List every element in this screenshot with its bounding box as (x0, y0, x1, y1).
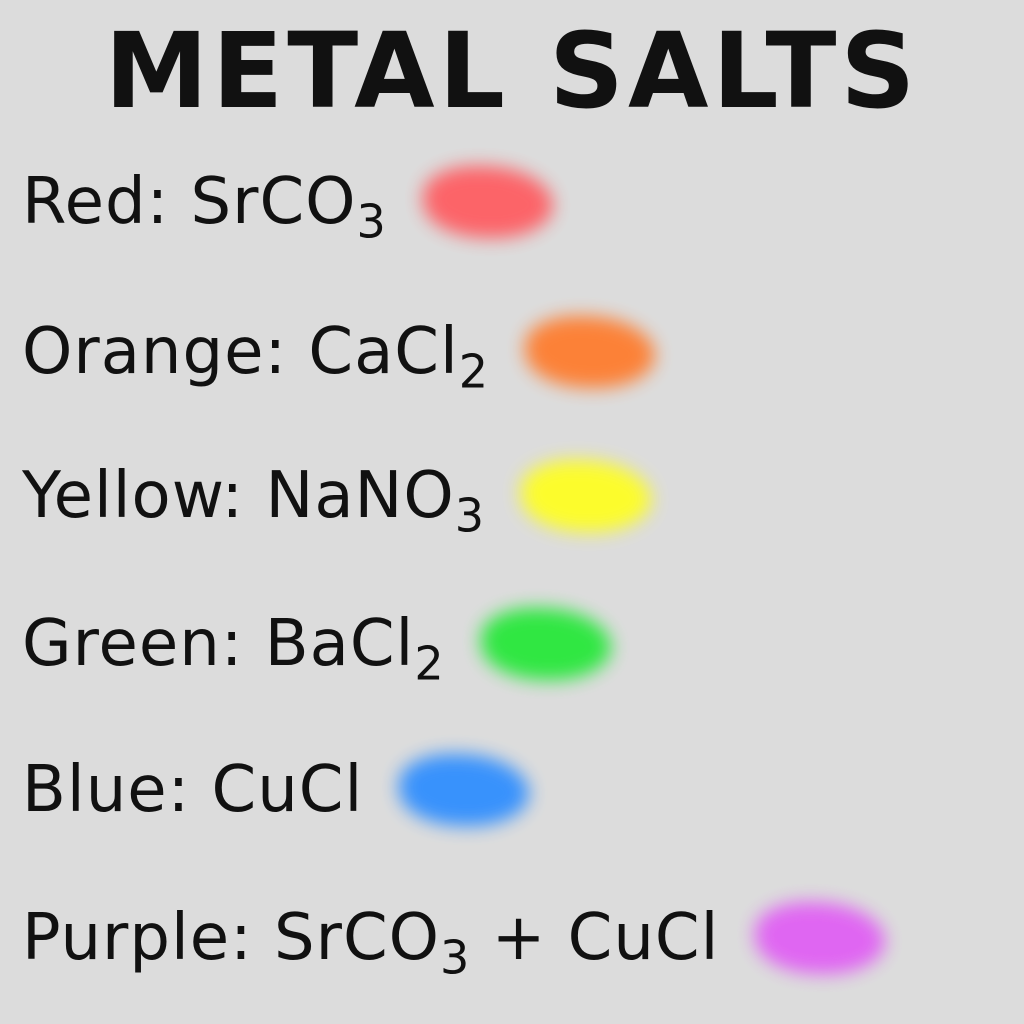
salt-label-red: Red: SrCO3 (22, 165, 387, 249)
color-name: Yellow (22, 459, 222, 533)
salt-label-orange: Orange: CaCl2 (22, 315, 490, 399)
color-name: Orange (22, 315, 265, 389)
salt-row-yellow: Yellow: NaNO3 (22, 446, 652, 546)
formula: CaCl (308, 315, 459, 389)
color-swatch-orange (525, 316, 656, 388)
color-swatch-green (480, 608, 611, 680)
formula-subscript: 2 (414, 636, 445, 691)
color-swatch-purple (755, 902, 886, 974)
salt-label-purple: Purple: SrCO3 + CuCl (22, 901, 720, 985)
formula: CuCl (211, 753, 364, 827)
formula: NaNO (265, 459, 455, 533)
formula-subscript: 2 (458, 344, 490, 399)
color-name: Blue (22, 753, 168, 827)
formula: SrCO (274, 901, 441, 975)
salt-row-green: Green: BaCl2 (22, 594, 611, 694)
formula: BaCl (264, 607, 415, 681)
salt-row-blue: Blue: CuCl (22, 740, 530, 840)
salt-label-green: Green: BaCl2 (22, 607, 445, 691)
color-swatch-red (422, 166, 553, 238)
color-name: Red (22, 165, 147, 239)
salt-row-purple: Purple: SrCO3 + CuCl (22, 888, 886, 988)
formula-suffix: + CuCl (470, 901, 720, 975)
formula-subscript: 3 (454, 488, 486, 543)
formula-subscript: 3 (356, 194, 387, 249)
formula-subscript: 3 (440, 930, 471, 985)
formula: SrCO (190, 165, 357, 239)
color-swatch-blue (399, 754, 530, 826)
salt-row-red: Red: SrCO3 (22, 152, 553, 252)
page-title: METAL SALTS (104, 10, 920, 132)
salt-row-orange: Orange: CaCl2 (22, 302, 656, 402)
color-name: Purple (22, 901, 231, 975)
salt-label-yellow: Yellow: NaNO3 (22, 459, 486, 543)
salt-label-blue: Blue: CuCl (22, 753, 364, 827)
color-swatch-yellow (521, 460, 652, 532)
color-name: Green (22, 607, 221, 681)
